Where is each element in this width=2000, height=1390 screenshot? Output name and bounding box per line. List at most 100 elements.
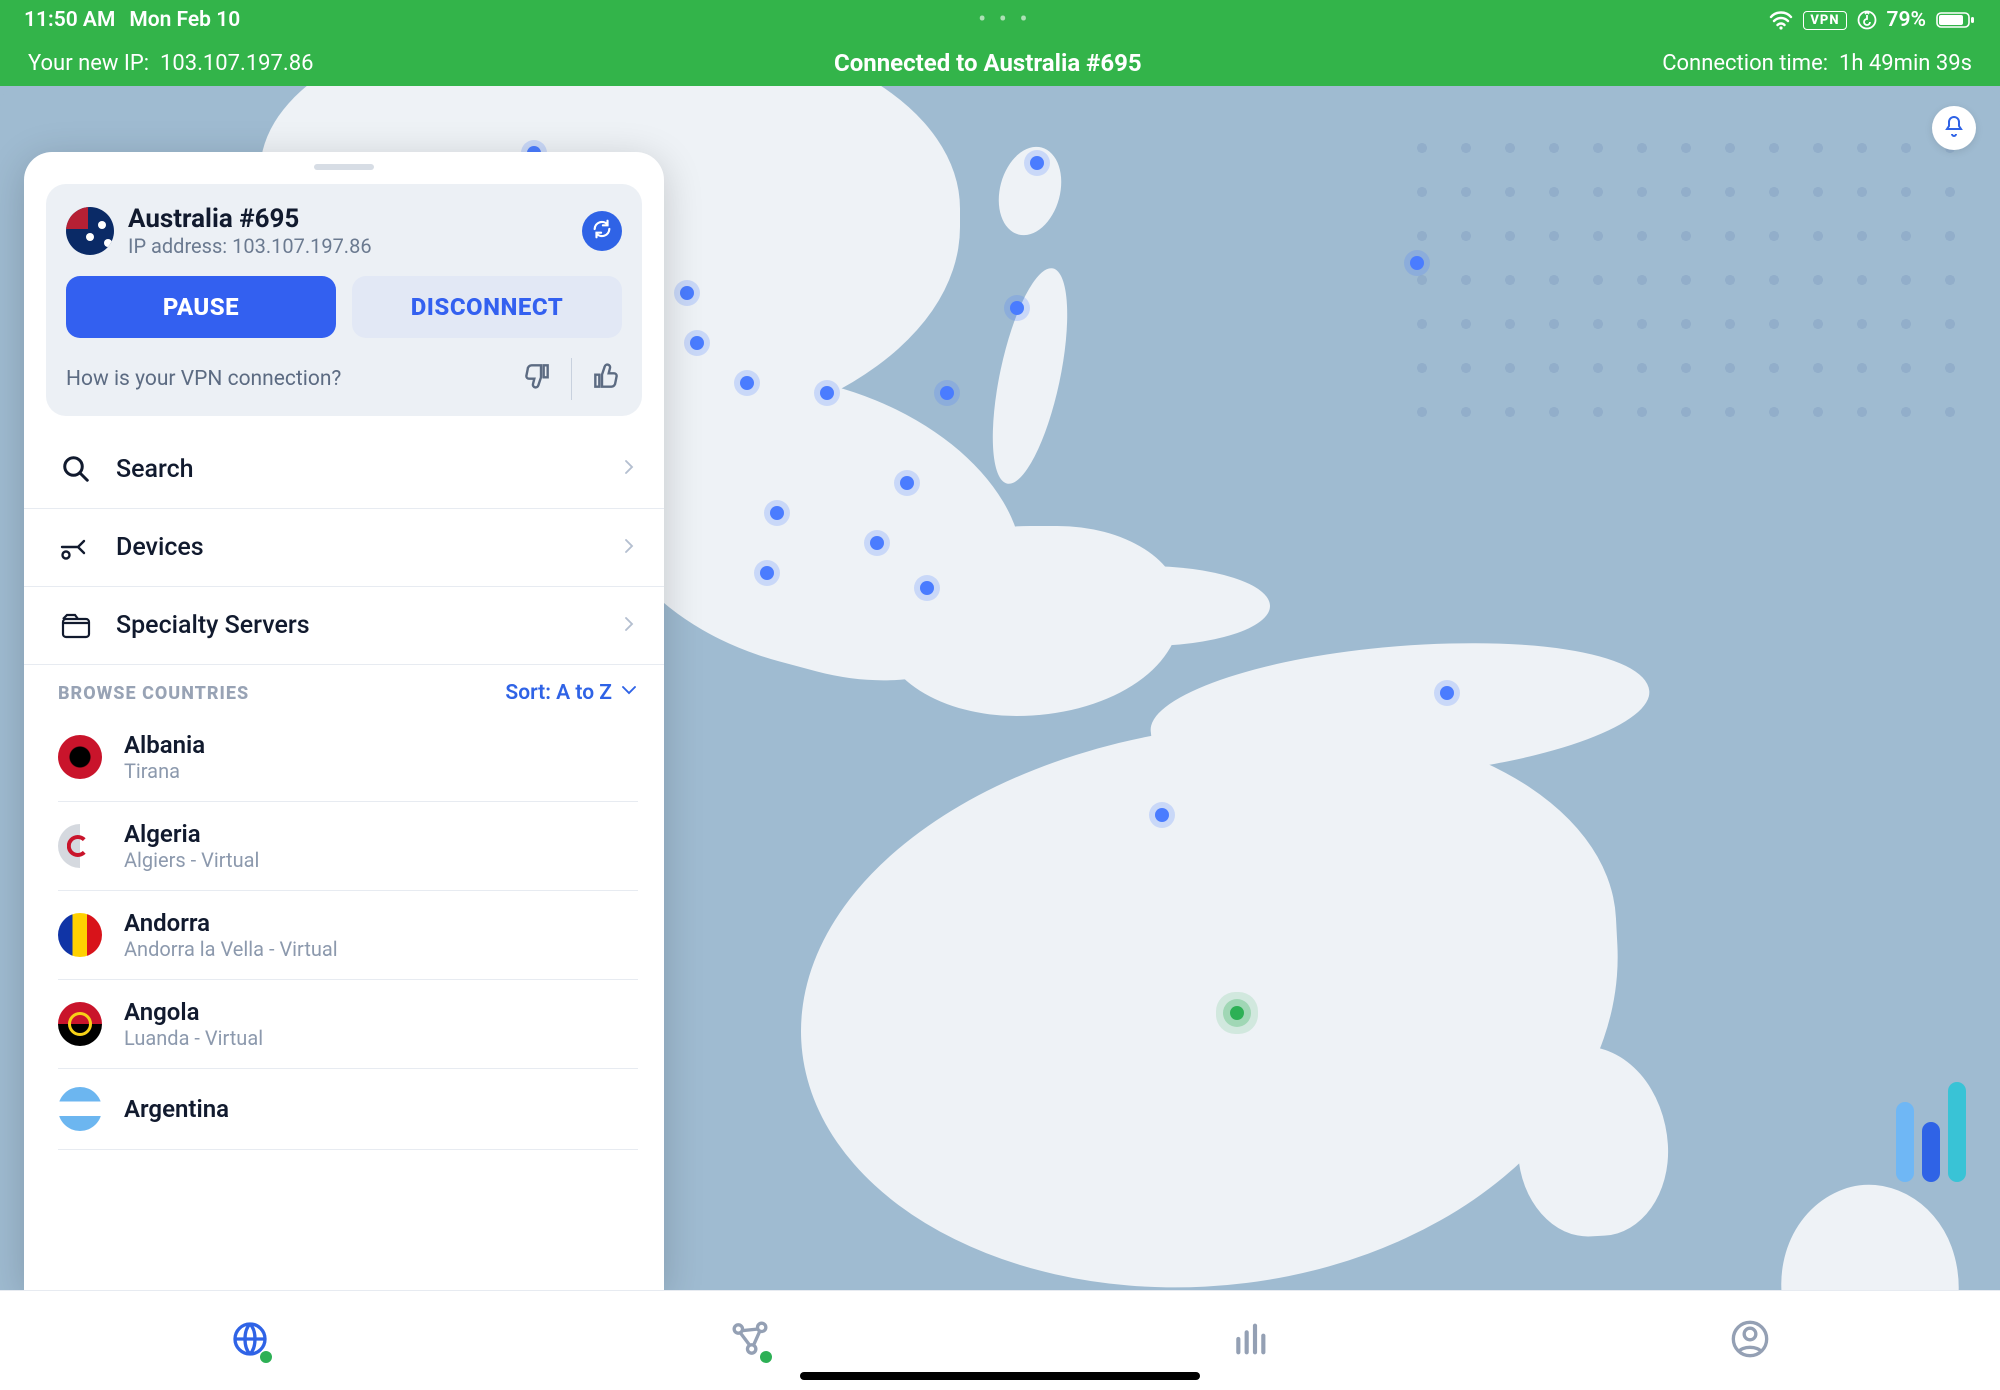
country-list: Albania Tirana Algeria Algiers - Virtual… xyxy=(24,713,664,1150)
server-point[interactable] xyxy=(820,386,834,400)
multitask-dots: • • • xyxy=(240,8,1769,32)
server-point[interactable] xyxy=(1440,686,1454,700)
country-city: Luanda - Virtual xyxy=(124,1026,263,1050)
status-time: 11:50 AM xyxy=(24,8,115,32)
connection-time-label: Connection time: xyxy=(1662,51,1828,76)
connected-status: Connected to Australia #695 xyxy=(313,49,1662,77)
map-area[interactable]: Australia #695 IP address: 103.107.197.8… xyxy=(0,86,2000,1290)
nav-devices[interactable]: Devices xyxy=(24,509,664,587)
wifi-icon xyxy=(1769,8,1793,32)
sort-label: Sort: A to Z xyxy=(505,681,612,705)
flag-icon xyxy=(58,735,102,779)
bottom-tab-bar xyxy=(0,1290,2000,1390)
ip-value: 103.107.197.86 xyxy=(160,51,313,76)
home-indicator[interactable] xyxy=(800,1372,1200,1380)
refresh-button[interactable] xyxy=(582,211,622,251)
country-city: Andorra la Vella - Virtual xyxy=(124,937,338,961)
chevron-right-icon xyxy=(620,615,638,637)
battery-percent: 79% xyxy=(1887,8,1927,32)
ip-label: Your new IP: xyxy=(28,51,149,76)
nav-specialty-label: Specialty Servers xyxy=(116,611,310,640)
country-name: Angola xyxy=(124,998,263,1026)
stats-icon xyxy=(1230,1319,1270,1363)
flag-icon xyxy=(58,824,102,868)
server-point[interactable] xyxy=(900,476,914,490)
server-point[interactable] xyxy=(1155,808,1169,822)
flag-australia-icon xyxy=(66,207,114,255)
country-city: Algiers - Virtual xyxy=(124,848,259,872)
separator xyxy=(571,358,572,400)
map-landmass xyxy=(989,140,1070,242)
server-point[interactable] xyxy=(680,286,694,300)
active-dot-icon xyxy=(760,1351,772,1363)
country-row[interactable]: Albania Tirana xyxy=(58,713,638,802)
country-name: Albania xyxy=(124,731,205,759)
country-row[interactable]: Angola Luanda - Virtual xyxy=(58,980,638,1069)
tab-mesh[interactable] xyxy=(722,1313,778,1369)
server-point[interactable] xyxy=(1030,156,1044,170)
country-name: Argentina xyxy=(124,1095,229,1123)
folder-icon xyxy=(58,613,94,639)
server-point[interactable] xyxy=(870,536,884,550)
sort-button[interactable]: Sort: A to Z xyxy=(505,681,638,705)
tab-stats[interactable] xyxy=(1222,1313,1278,1369)
connection-card: Australia #695 IP address: 103.107.197.8… xyxy=(46,184,642,416)
drag-handle[interactable] xyxy=(314,164,374,170)
chevron-right-icon xyxy=(620,458,638,480)
map-landmass xyxy=(978,262,1082,490)
thumbs-down-button[interactable] xyxy=(521,360,553,398)
decorative-dot-grid xyxy=(1400,126,1960,446)
brand-logo xyxy=(1896,1082,1966,1182)
status-date: Mon Feb 10 xyxy=(129,8,240,32)
country-row[interactable]: Argentina xyxy=(58,1069,638,1150)
rating-question: How is your VPN connection? xyxy=(66,367,341,391)
devices-icon xyxy=(58,535,94,561)
server-point[interactable] xyxy=(1410,256,1424,270)
tab-globe[interactable] xyxy=(222,1313,278,1369)
server-point[interactable] xyxy=(760,566,774,580)
flag-icon xyxy=(58,1087,102,1131)
vpn-badge: VPN xyxy=(1803,11,1846,30)
server-point[interactable] xyxy=(920,581,934,595)
server-point[interactable] xyxy=(940,386,954,400)
profile-icon xyxy=(1730,1319,1770,1363)
thumbs-up-button[interactable] xyxy=(590,360,622,398)
server-point[interactable] xyxy=(1010,301,1024,315)
chevron-right-icon xyxy=(620,537,638,559)
nav-devices-label: Devices xyxy=(116,533,204,562)
refresh-icon xyxy=(591,218,613,244)
pause-button[interactable]: PAUSE xyxy=(66,276,336,338)
tab-profile[interactable] xyxy=(1722,1313,1778,1369)
active-dot-icon xyxy=(260,1351,272,1363)
map-landmass-australia xyxy=(786,705,1634,1290)
orientation-lock-icon xyxy=(1857,8,1877,32)
map-landmass xyxy=(1020,566,1270,646)
country-name: Algeria xyxy=(124,820,259,848)
server-panel: Australia #695 IP address: 103.107.197.8… xyxy=(24,152,664,1290)
battery-icon xyxy=(1936,8,1976,32)
connection-info-bar: Your new IP: 103.107.197.86 Connected to… xyxy=(0,40,2000,86)
connected-server-name: Australia #695 xyxy=(128,204,372,234)
nav-search-label: Search xyxy=(116,455,194,484)
notifications-button[interactable] xyxy=(1932,106,1976,150)
server-point-active[interactable] xyxy=(1230,1006,1244,1020)
country-name: Andorra xyxy=(124,909,338,937)
server-point[interactable] xyxy=(690,336,704,350)
bell-icon xyxy=(1942,114,1966,142)
connection-time-value: 1h 49min 39s xyxy=(1839,51,1972,76)
chevron-down-icon xyxy=(620,681,638,705)
country-city: Tirana xyxy=(124,759,205,783)
connected-ip: IP address: 103.107.197.86 xyxy=(128,234,372,258)
country-row[interactable]: Algeria Algiers - Virtual xyxy=(58,802,638,891)
ios-status-bar: 11:50 AM Mon Feb 10 • • • VPN 79% xyxy=(0,0,2000,40)
server-point[interactable] xyxy=(770,506,784,520)
nav-specialty-servers[interactable]: Specialty Servers xyxy=(24,587,664,665)
nav-search[interactable]: Search xyxy=(24,430,664,509)
browse-countries-header: BROWSE COUNTRIES xyxy=(58,683,249,704)
country-row[interactable]: Andorra Andorra la Vella - Virtual xyxy=(58,891,638,980)
flag-icon xyxy=(58,1002,102,1046)
search-icon xyxy=(58,454,94,484)
server-point[interactable] xyxy=(740,376,754,390)
flag-icon xyxy=(58,913,102,957)
disconnect-button[interactable]: DISCONNECT xyxy=(352,276,622,338)
